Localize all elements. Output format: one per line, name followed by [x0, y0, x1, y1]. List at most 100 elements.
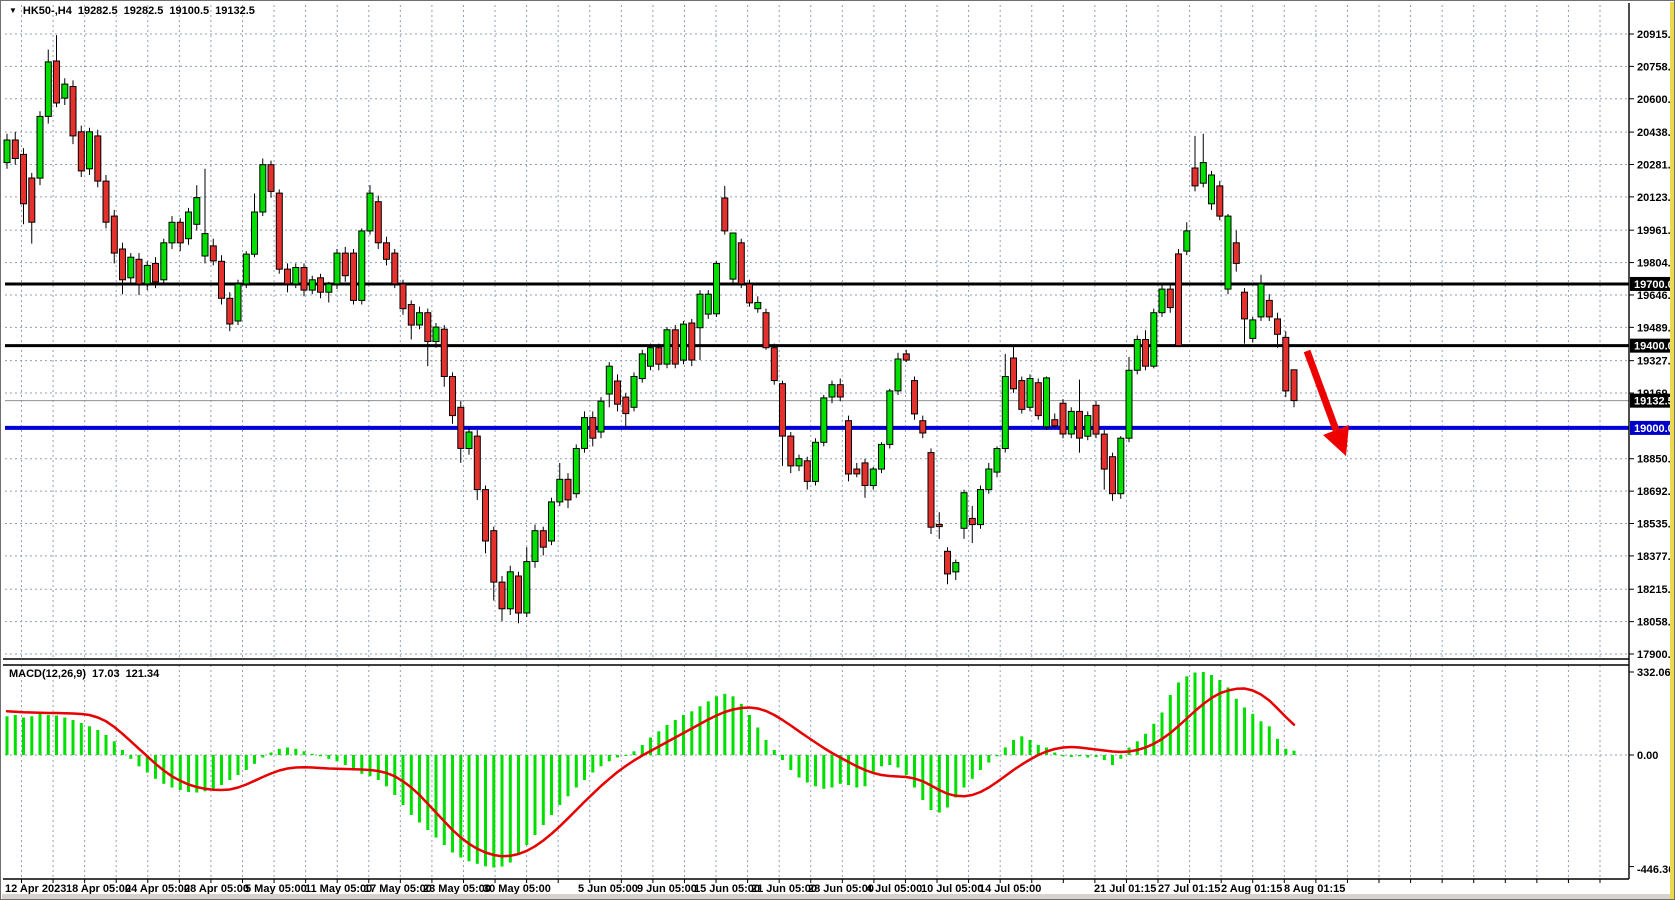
symbol-dropdown-icon[interactable]: ▼ [9, 6, 17, 15]
candle-bull [961, 493, 967, 529]
macd-histogram-bar [748, 715, 751, 755]
price-axis-label: 18215.5 [1637, 584, 1675, 596]
macd-histogram-bar [1202, 672, 1205, 755]
macd-histogram-bar [666, 725, 669, 755]
candle-bear [516, 576, 522, 613]
macd-histogram-bar [377, 755, 380, 780]
macd-histogram-bar [1268, 726, 1271, 755]
macd-histogram-bar [385, 755, 388, 786]
candle-bear [111, 216, 117, 253]
macd-histogram-bar [47, 715, 50, 755]
candle-bear [210, 246, 216, 261]
macd-histogram-bar [987, 755, 990, 763]
candle-bull [705, 294, 711, 314]
macd-histogram-bar [822, 755, 825, 789]
time-axis-label: 11 May 05:00 [305, 883, 372, 895]
candle-bear [1060, 403, 1066, 434]
macd-histogram-bar [228, 755, 231, 780]
candle-bear [450, 377, 456, 416]
macd-histogram-bar [699, 706, 702, 755]
candle-bull [202, 234, 208, 256]
candle-bull [128, 257, 134, 278]
candle-bull [986, 469, 992, 490]
candle-bull [1184, 231, 1190, 251]
candle-bear [623, 397, 629, 414]
price-badge-label: 19132.5 [1634, 396, 1674, 408]
candle-bear [1110, 457, 1116, 494]
candle-bear [738, 243, 744, 284]
macd-histogram-bar [435, 755, 438, 838]
candle-bear [29, 178, 35, 222]
candle-bear [12, 140, 18, 159]
chart-canvas[interactable]: 20915.520758.020600.520438.520281.020123… [1, 1, 1675, 900]
macd-histogram-bar [888, 755, 891, 765]
window-bottom-strip [2, 894, 1670, 900]
symbol-timeframe-label: HK50-,H4 [23, 5, 72, 17]
candle-bear [400, 284, 406, 309]
macd-histogram-bar [872, 755, 875, 773]
macd-histogram-bar [789, 755, 792, 770]
macd-histogram-bar [451, 755, 454, 853]
macd-histogram-bar [1012, 740, 1015, 755]
macd-axis-label: 332.06 [1637, 667, 1671, 679]
candle-bull [186, 212, 192, 239]
macd-histogram-bar [327, 755, 330, 759]
macd-histogram-bar [1029, 740, 1032, 755]
macd-axis-label: -446.36 [1637, 864, 1674, 876]
candle-bull [243, 254, 249, 284]
macd-histogram-bar [1103, 755, 1106, 760]
candle-bull [1159, 289, 1165, 313]
candle-bull [87, 132, 93, 169]
candle-bull [895, 359, 901, 391]
candle-bear [1283, 337, 1289, 391]
time-axis-label: 12 Apr 2023 [5, 883, 66, 895]
macd-histogram-bar [311, 754, 314, 755]
macd-histogram-bar [1210, 675, 1213, 755]
macd-name-label: MACD(12,26,9) [9, 668, 86, 680]
high-value: 19282.5 [124, 5, 164, 17]
price-axis-label: 20915.5 [1637, 29, 1675, 41]
macd-histogram-bar [212, 755, 215, 789]
macd-histogram-bar [550, 755, 553, 815]
macd-histogram-bar [1235, 699, 1238, 755]
macd-histogram-bar [740, 704, 743, 755]
macd-histogram-bar [946, 755, 949, 808]
candle-bear [78, 132, 84, 171]
candle-bull [1134, 340, 1140, 371]
macd-histogram-bar [1078, 755, 1081, 756]
time-axis-label: 17 May 05:00 [364, 883, 432, 895]
candle-bull [235, 284, 241, 321]
macd-histogram-bar [723, 694, 726, 755]
candle-bull [532, 531, 538, 562]
macd-histogram-bar [344, 755, 347, 765]
candle-bull [1002, 377, 1008, 449]
candle-bear [1176, 254, 1182, 346]
macd-histogram-bar [567, 755, 570, 796]
candle-bear [177, 222, 183, 243]
macd-histogram-bar [105, 735, 108, 755]
macd-histogram-bar [633, 751, 636, 755]
macd-histogram-bar [1086, 755, 1089, 758]
macd-histogram-bar [294, 749, 297, 755]
macd-histogram-bar [831, 755, 834, 788]
candle-bull [582, 418, 588, 449]
macd-histogram-bar [542, 755, 545, 825]
candle-bull [62, 84, 68, 98]
macd-histogram-bar [204, 755, 207, 791]
macd-histogram-bar [1095, 755, 1098, 757]
candle-bull [326, 284, 332, 292]
macd-histogram-bar [798, 755, 801, 778]
macd-histogram-bar [484, 755, 487, 866]
macd-histogram-bar [897, 755, 900, 768]
candle-bull [730, 233, 736, 279]
candle-bear [425, 313, 431, 342]
macd-histogram-bar [608, 755, 611, 761]
candle-bull [1118, 438, 1124, 494]
panel-separator[interactable] [3, 660, 1629, 664]
time-axis-label: 2 Aug 01:15 [1221, 883, 1282, 895]
macd-histogram-bar [1004, 748, 1007, 756]
candle-bear [1011, 358, 1017, 389]
candle-bear [276, 193, 282, 269]
candle-bull [829, 385, 835, 397]
candle-bull [144, 265, 150, 284]
